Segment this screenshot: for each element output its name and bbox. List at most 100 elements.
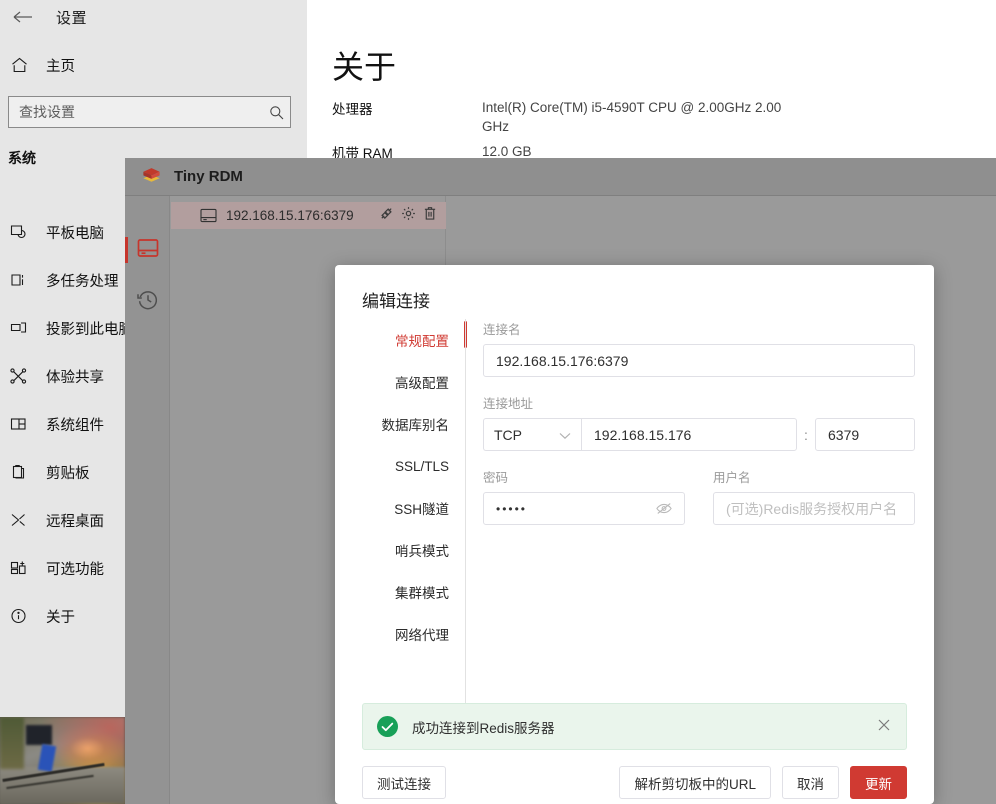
success-alert: 成功连接到Redis服务器 — [362, 703, 907, 750]
sidebar-item-label: 关于 — [46, 609, 75, 626]
sidebar-item-label: 系统组件 — [46, 417, 104, 434]
tab-divider — [465, 319, 466, 723]
success-alert-message: 成功连接到Redis服务器 — [412, 720, 555, 736]
eye-off-icon[interactable] — [656, 502, 672, 515]
remote-desktop-icon — [4, 512, 32, 528]
protocol-value: TCP — [494, 426, 522, 443]
tab-label: 数据库别名 — [381, 418, 450, 433]
tab-advanced[interactable]: 高级配置 — [335, 361, 465, 403]
search-icon — [262, 105, 290, 120]
spec-row: 处理器 Intel(R) Core(TM) i5-4590T CPU @ 2.0… — [332, 98, 972, 136]
port-input[interactable]: 6379 — [815, 418, 915, 451]
sidebar-item-label: 多任务处理 — [46, 273, 119, 290]
settings-titlebar: 设置 — [0, 0, 307, 34]
search-placeholder: 查找设置 — [19, 104, 75, 120]
tab-label: SSL/TLS — [394, 458, 449, 474]
tab-cluster[interactable]: 集群模式 — [335, 571, 465, 613]
tab-label: 网络代理 — [395, 628, 449, 643]
tab-label: 哨兵模式 — [395, 544, 449, 559]
rail-item-history[interactable] — [125, 279, 170, 325]
dialog-title: 编辑连接 — [362, 292, 430, 311]
rdm-app-title: Tiny RDM — [174, 168, 243, 185]
back-arrow-icon[interactable] — [12, 6, 34, 28]
sidebar-item-label: 剪贴板 — [46, 465, 90, 482]
rdm-titlebar: Tiny RDM — [125, 158, 996, 196]
username-label: 用户名 — [713, 471, 751, 485]
tab-label: SSH隧道 — [394, 502, 449, 517]
host-input[interactable]: 192.168.15.176 — [581, 418, 797, 451]
connection-name-input[interactable]: 192.168.15.176:6379 — [483, 344, 915, 377]
update-button[interactable]: 更新 — [850, 766, 907, 799]
sidebar-item-home[interactable]: 主页 — [0, 52, 307, 78]
server-icon — [199, 208, 217, 223]
test-connection-button[interactable]: 测试连接 — [362, 766, 446, 799]
connection-form: 连接名 192.168.15.176:6379 连接地址 TCP 192.168… — [483, 319, 915, 525]
password-label: 密码 — [483, 471, 509, 485]
screen-root: 设置 主页 查找设置 系统 平板电脑 多任务处理 投影到此电脑 体验共享 系统组… — [0, 0, 996, 804]
tab-ssl-tls[interactable]: SSL/TLS — [335, 445, 465, 487]
dialog-tab-list: 常规配置 高级配置 数据库别名 SSL/TLS SSH隧道 哨兵模式 集群模式 … — [335, 319, 465, 655]
username-input[interactable]: (可选)Redis服务授权用户名 — [713, 492, 915, 525]
host-value: 192.168.15.176 — [594, 426, 692, 443]
connection-name-label: 连接名 — [483, 323, 521, 337]
server-icon — [137, 238, 159, 263]
field-connection-name: 连接名 192.168.15.176:6379 — [483, 319, 915, 377]
rail-item-servers[interactable] — [125, 227, 170, 273]
optional-features-icon — [4, 560, 32, 576]
parse-clipboard-url-button[interactable]: 解析剪切板中的URL — [619, 766, 771, 799]
sidebar-group-title: 系统 — [8, 150, 36, 166]
sidebar-item-label: 平板电脑 — [46, 225, 104, 242]
desktop-wallpaper-thumbnail — [0, 717, 125, 804]
connection-tree-item[interactable]: 192.168.15.176:6379 — [171, 202, 446, 229]
edit-connection-dialog: 编辑连接 常规配置 高级配置 数据库别名 SSL/TLS SSH隧道 哨兵模式 … — [335, 265, 934, 804]
disconnect-icon[interactable] — [379, 206, 394, 226]
connection-address-label: 连接地址 — [483, 397, 534, 411]
sidebar-item-label: 投影到此电脑 — [46, 321, 133, 338]
multitask-icon — [4, 272, 32, 288]
sidebar-item-label: 可选功能 — [46, 561, 104, 578]
search-input[interactable]: 查找设置 — [8, 96, 291, 128]
tab-general[interactable]: 常规配置 — [335, 319, 465, 361]
components-icon — [4, 416, 32, 432]
home-icon — [8, 57, 30, 73]
credentials-row: 密码 ••••• 用户名 (可选)Redis服务授权用户名 — [483, 467, 915, 525]
cancel-button[interactable]: 取消 — [782, 766, 839, 799]
port-value: 6379 — [828, 426, 860, 443]
sidebar-item-label: 体验共享 — [46, 369, 104, 386]
protocol-select[interactable]: TCP — [483, 418, 581, 451]
page-title: 关于 — [332, 49, 397, 85]
gear-icon[interactable] — [401, 206, 416, 226]
rdm-rail-sidebar — [125, 196, 170, 804]
field-connection-address: 连接地址 TCP 192.168.15.176 : 6379 — [483, 393, 915, 451]
tiny-rdm-logo-icon — [140, 166, 162, 188]
field-username: 用户名 (可选)Redis服务授权用户名 — [713, 467, 915, 525]
chevron-down-icon — [559, 427, 571, 443]
username-placeholder: (可选)Redis服务授权用户名 — [726, 500, 898, 517]
trash-icon[interactable] — [423, 206, 437, 226]
tab-db-alias[interactable]: 数据库别名 — [335, 403, 465, 445]
tab-sentinel[interactable]: 哨兵模式 — [335, 529, 465, 571]
tab-ssh-tunnel[interactable]: SSH隧道 — [335, 487, 465, 529]
dialog-button-row: 测试连接 解析剪切板中的URL 取消 更新 — [362, 766, 907, 799]
settings-window-title: 设置 — [56, 9, 88, 27]
password-input[interactable]: ••••• — [483, 492, 685, 525]
close-icon[interactable] — [877, 718, 891, 735]
dialog-primary-actions: 解析剪切板中的URL 取消 更新 — [619, 766, 907, 799]
check-circle-icon — [377, 716, 398, 737]
info-icon — [4, 608, 32, 624]
history-icon — [136, 289, 159, 316]
sidebar-item-label: 远程桌面 — [46, 513, 104, 530]
connection-name: 192.168.15.176:6379 — [226, 208, 354, 223]
connection-actions — [379, 206, 437, 226]
tab-proxy[interactable]: 网络代理 — [335, 613, 465, 655]
field-password: 密码 ••••• — [483, 467, 685, 525]
tab-label: 高级配置 — [395, 376, 449, 391]
clipboard-icon — [4, 464, 32, 480]
tablet-icon — [4, 224, 32, 240]
sidebar-item-home-label: 主页 — [46, 58, 75, 75]
tab-label: 常规配置 — [395, 334, 449, 349]
spec-label: 处理器 — [332, 102, 373, 117]
spec-value: Intel(R) Core(TM) i5-4590T CPU @ 2.00GHz… — [482, 100, 782, 134]
tab-label: 集群模式 — [395, 586, 449, 601]
share-icon — [4, 368, 32, 384]
